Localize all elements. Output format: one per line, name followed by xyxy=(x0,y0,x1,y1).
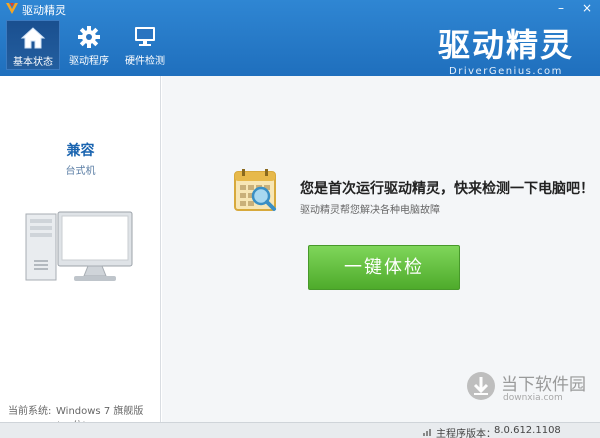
title-bar[interactable]: 驱动精灵 – × xyxy=(0,0,600,18)
status-bar: 主程序版本： 8.0.612.1108 xyxy=(0,422,600,438)
tab-label: 基本状态 xyxy=(13,57,53,68)
watermark-cn: 当下软件园 xyxy=(501,375,586,395)
download-icon xyxy=(467,372,495,400)
window-title: 驱动精灵 xyxy=(22,4,66,17)
welcome-subtitle: 驱动精灵帮您解决各种电脑故障 xyxy=(300,205,440,216)
gear-icon xyxy=(78,26,100,48)
status-panel: 兼容 台式机 当前系统: Windows 7 旗舰版 (32位) xyxy=(0,76,161,432)
signal-icon xyxy=(423,429,431,436)
app-logo-icon xyxy=(6,3,18,14)
device-type: 台式机 xyxy=(65,166,96,177)
version-label: 主程序版本： xyxy=(436,429,496,438)
brand-logo: 驱动精灵 DriverGenius.com xyxy=(438,20,574,77)
close-button[interactable]: × xyxy=(580,1,594,15)
tab-hardware-check[interactable]: 硬件检测 xyxy=(118,20,172,70)
welcome-title: 您是首次运行驱动精灵，快来检测一下电脑吧！ xyxy=(300,181,594,197)
one-click-check-button[interactable]: 一键体检 xyxy=(308,245,460,290)
home-icon xyxy=(20,27,46,49)
os-label: 当前系统: xyxy=(8,406,52,417)
minimize-button[interactable]: – xyxy=(554,1,568,15)
watermark-en: downxia.com xyxy=(503,393,563,403)
version-value: 8.0.612.1108 xyxy=(494,425,561,436)
tab-label: 硬件检测 xyxy=(125,56,165,67)
window-controls: – × xyxy=(554,1,594,15)
watermark: 当下软件园 downxia.com xyxy=(465,370,595,420)
brand-name: 驱动精灵 xyxy=(437,26,574,64)
calendar-search-icon xyxy=(234,169,276,211)
compatibility-status: 兼容 xyxy=(66,143,95,159)
tab-label: 驱动程序 xyxy=(69,56,109,67)
app-header: 驱动精灵 – × 基本状态 驱动程序 硬件检测 驱动精灵 DriverGeniu… xyxy=(0,0,600,77)
tab-basic-status[interactable]: 基本状态 xyxy=(6,20,60,70)
desktop-computer-icon xyxy=(25,211,133,281)
main-nav: 基本状态 驱动程序 硬件检测 xyxy=(6,20,174,70)
tab-drivers[interactable]: 驱动程序 xyxy=(62,20,116,70)
monitor-icon xyxy=(135,27,155,46)
